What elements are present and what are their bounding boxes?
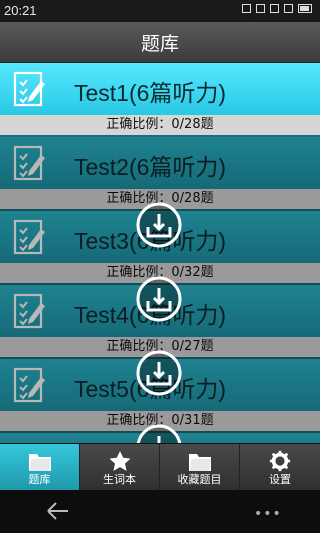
system-nav-bar: ••• <box>0 490 320 533</box>
tab-label: 生词本 <box>103 473 136 486</box>
status-icons <box>242 4 312 13</box>
test-list[interactable]: Test1(6篇听力) 正确比例：0/28题 Test2(6篇听力) 正确比例：… <box>0 63 320 443</box>
tab-vocabulary[interactable]: 生词本 <box>80 444 160 491</box>
more-button[interactable]: ••• <box>254 506 282 522</box>
status-bar: 20:21 <box>0 0 320 22</box>
tab-label: 设置 <box>269 473 291 486</box>
download-button[interactable] <box>134 348 184 398</box>
tab-question-bank[interactable]: 题库 <box>0 444 80 491</box>
bottom-tab-bar: 题库 生词本 收藏题目 设置 <box>0 443 320 491</box>
list-item[interactable]: Test1(6篇听力) 正确比例：0/28题 <box>0 63 320 137</box>
document-edit-icon <box>13 71 45 107</box>
title-bar: 题库 <box>0 22 320 63</box>
image-icon <box>256 4 265 13</box>
item-title: Test1(6篇听力) <box>74 80 227 106</box>
download-button[interactable] <box>134 274 184 324</box>
tab-label: 题库 <box>28 473 51 486</box>
status-time: 20:21 <box>4 3 37 18</box>
download-button[interactable] <box>134 422 184 443</box>
back-arrow-icon[interactable] <box>46 500 70 522</box>
download-button[interactable] <box>134 200 184 250</box>
tab-favorites[interactable]: 收藏题目 <box>160 444 240 491</box>
signal-icon <box>284 4 293 13</box>
notification-icon <box>242 4 251 13</box>
tab-label: 收藏题目 <box>177 473 222 486</box>
star-icon <box>109 451 131 471</box>
page-title: 题库 <box>140 32 179 55</box>
item-header[interactable]: Test1(6篇听力) <box>0 63 320 116</box>
tab-settings[interactable]: 设置 <box>240 444 320 491</box>
folder-icon <box>189 454 211 471</box>
battery-icon <box>298 4 312 13</box>
folder-icon <box>29 454 51 471</box>
wifi-icon <box>270 4 279 13</box>
gear-icon <box>269 450 291 472</box>
item-ratio: 正确比例：0/28题 <box>0 115 320 135</box>
